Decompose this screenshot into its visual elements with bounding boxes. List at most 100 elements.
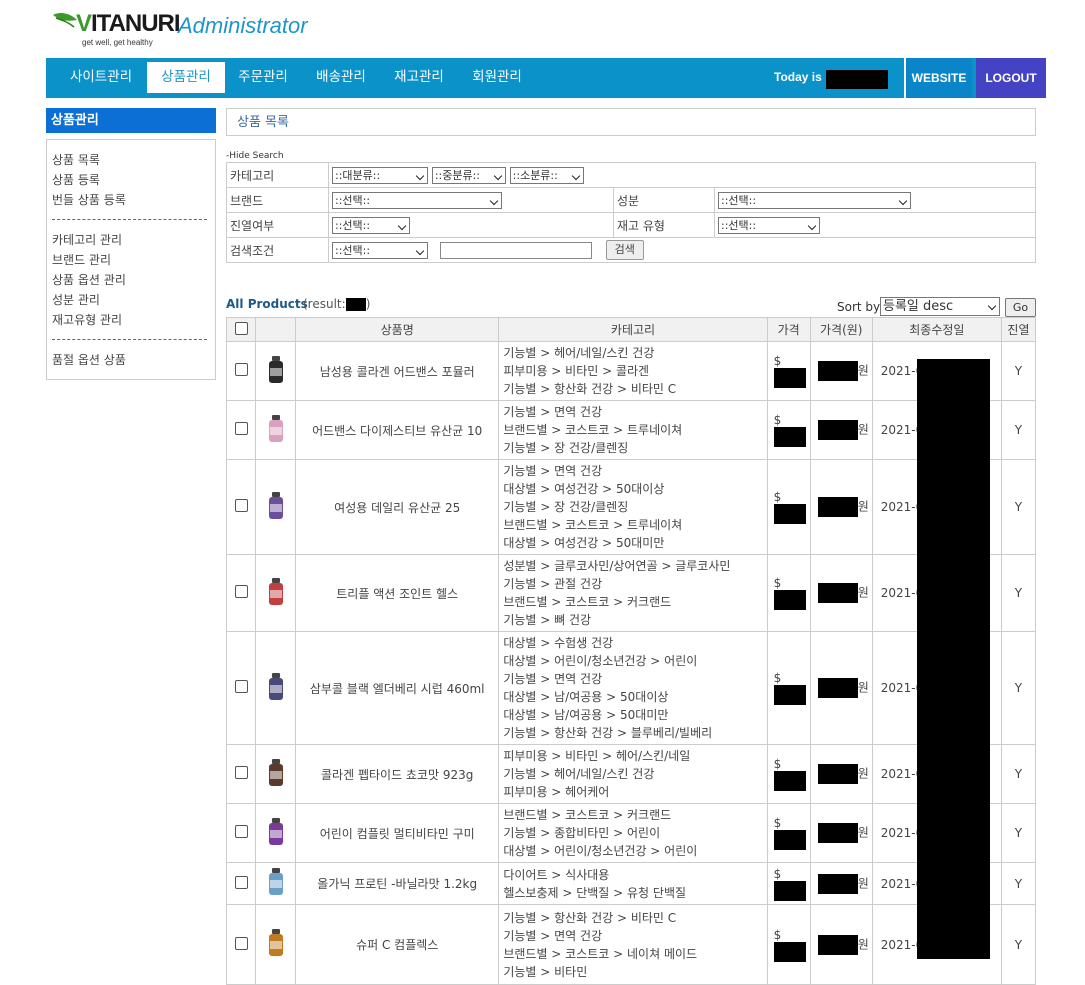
display-select[interactable]: ::선택:: [332, 216, 410, 234]
row-checkbox[interactable] [234, 766, 248, 779]
sidebar-item-product-option[interactable]: 상품 옵션 관리 [52, 271, 126, 288]
display-flag: Y [1000, 341, 1037, 401]
display-flag: Y [1000, 459, 1037, 555]
search-input[interactable] [439, 241, 592, 259]
category-middle-select[interactable]: ::중분류:: [431, 166, 506, 184]
price-usd-redacted [773, 504, 806, 524]
product-name[interactable]: 남성용 콜라겐 어드밴스 포뮬러 [295, 341, 500, 401]
table-row[interactable]: 콜라겐 펩타이드 쵸코맛 923g 피부미용 > 비타민 > 헤어/스킨/네일 기능… [225, 744, 1037, 804]
sidebar-item-product-register[interactable]: 상품 등록 [52, 171, 100, 188]
product-name[interactable]: 콜라겐 펩타이드 쵸코맛 923g [295, 744, 500, 804]
sidebar-item-product-list[interactable]: 상품 목록 [52, 151, 100, 168]
label-category: 카테고리 [226, 162, 329, 188]
sidebar-item-bundle-register[interactable]: 번들 상품 등록 [52, 191, 126, 208]
table-row[interactable]: 올가닉 프로틴 -바닐라맛 1.2kg 다이어트 > 식사대용 헬스보충제 > 단백… [225, 862, 1037, 905]
product-thumbnail[interactable] [265, 491, 287, 521]
row-checkbox[interactable] [234, 875, 248, 889]
price-krw-redacted [817, 873, 858, 894]
product-thumbnail[interactable] [265, 758, 287, 788]
product-thumbnail[interactable] [265, 867, 287, 897]
table-row[interactable]: 어린이 컴플릿 멀티비타민 구미 브랜드별 > 코스트코 > 커크랜드 기능별 > … [225, 803, 1037, 863]
row-checkbox[interactable] [234, 825, 248, 838]
product-name[interactable]: 여성용 데일리 유산균 25 [295, 459, 500, 555]
product-name[interactable]: 삼부콜 블랙 엘더베리 시럽 460ml [295, 631, 500, 745]
header-display: 진열 [1000, 317, 1037, 342]
hide-search-toggle[interactable]: -Hide Search [226, 151, 284, 161]
product-name[interactable]: 어린이 컴플릿 멀티비타민 구미 [295, 803, 500, 863]
table-row[interactable]: 트리플 액션 조인트 헬스 성분별 > 글루코사민/상어연골 > 글루코사민 기능별… [225, 554, 1037, 632]
price-krw-redacted [817, 678, 858, 698]
product-name[interactable]: 어드밴스 다이제스티브 유산균 10 [295, 400, 500, 460]
sidebar-heading: 상품관리 [46, 108, 216, 133]
table-row[interactable]: 남성용 콜라겐 어드밴스 포뮬러 기능별 > 헤어/네일/스킨 건강 피부미용 > … [225, 341, 1037, 401]
sidebar-divider [52, 219, 207, 220]
price-usd-redacted [773, 368, 806, 388]
logo-tagline: get well, get healthy [82, 38, 153, 47]
table-row[interactable]: 여성용 데일리 유산균 25 기능별 > 면역 건강 대상별 > 여성건강 > 50… [225, 459, 1037, 555]
search-button[interactable]: 검색 [605, 240, 644, 260]
price-krw-redacted [817, 583, 858, 603]
vitanuri-logo[interactable]: VITANURI get well, get healthy [52, 10, 181, 50]
nav-member-management[interactable]: 회원관리 [464, 62, 530, 93]
header-category: 카테고리 [498, 317, 768, 342]
bottle-icon [268, 414, 283, 442]
ingredient-select[interactable]: ::선택:: [718, 191, 911, 209]
logout-button[interactable]: LOGOUT [976, 58, 1046, 98]
row-checkbox[interactable] [234, 936, 248, 950]
sidebar-divider [52, 339, 207, 340]
product-thumbnail[interactable] [265, 928, 287, 958]
stock-type-select[interactable]: ::선택:: [718, 216, 820, 234]
sort-select[interactable]: 등록일 desc [880, 297, 1000, 316]
price-usd: $ [766, 904, 811, 985]
sidebar-item-brand[interactable]: 브랜드 관리 [52, 251, 111, 268]
leaf-icon [53, 12, 77, 28]
product-table: 상품명 카테고리 가격 가격(원) 최종수정일 진열 남성용 콜라겐 어드밴스 … [225, 317, 1037, 985]
category-path: 기능별 > 비타민 [503, 964, 588, 979]
price-krw: 원 [809, 904, 873, 985]
sidebar-item-ingredient[interactable]: 성분 관리 [52, 291, 100, 308]
nav-delivery-management[interactable]: 배송관리 [308, 62, 374, 93]
row-checkbox[interactable] [234, 363, 248, 376]
website-button[interactable]: WEBSITE [904, 58, 972, 98]
product-name[interactable]: 슈퍼 C 컴플렉스 [295, 904, 500, 985]
category-path: 기능별 > 면역 건강 [503, 405, 603, 419]
category-minor-select[interactable]: ::소분류:: [509, 166, 584, 184]
sidebar-item-stock-type[interactable]: 재고유형 관리 [52, 311, 122, 328]
category-path: 브랜드별 > 코스트코 > 트루네이쳐 [503, 518, 683, 532]
brand-select[interactable]: ::선택:: [332, 191, 502, 209]
sidebar-item-soldout-option[interactable]: 품절 옵션 상품 [52, 351, 126, 368]
price-usd: $ [766, 341, 811, 401]
table-row[interactable]: 어드밴스 다이제스티브 유산균 10 기능별 > 면역 건강 브랜드별 > 코스트코… [225, 400, 1037, 460]
product-thumbnail[interactable] [265, 414, 287, 444]
product-name[interactable]: 올가닉 프로틴 -바닐라맛 1.2kg [295, 862, 500, 905]
product-categories: 기능별 > 면역 건강 대상별 > 여성건강 > 50대이상 기능별 > 장 건강/… [498, 459, 768, 555]
product-thumbnail[interactable] [265, 355, 287, 385]
product-name[interactable]: 트리플 액션 조인트 헬스 [295, 554, 500, 632]
go-button[interactable]: Go [1005, 298, 1036, 317]
row-checkbox[interactable] [234, 680, 248, 693]
row-checkbox[interactable] [234, 422, 248, 435]
nav-order-management[interactable]: 주문관리 [230, 62, 296, 93]
price-usd-redacted [773, 880, 806, 901]
product-thumbnail[interactable] [265, 577, 287, 607]
category-path: 성분별 > 글루코사민/상어연골 > 글루코사민 [503, 559, 731, 573]
row-checkbox[interactable] [234, 585, 248, 598]
nav-product-management[interactable]: 상품관리 [147, 62, 225, 93]
table-row[interactable]: 삼부콜 블랙 엘더베리 시럽 460ml 대상별 > 수험생 건강 대상별 > 어린… [225, 631, 1037, 745]
category-path: 피부미용 > 비타민 > 헤어/스킨/네일 [503, 749, 691, 763]
result-count: (result:) [303, 297, 371, 311]
table-row[interactable]: 슈퍼 C 컴플렉스 기능별 > 항산화 건강 > 비타민 C 기능별 > 면역 건강… [225, 904, 1037, 985]
price-usd-redacted [773, 427, 806, 447]
select-all-checkbox[interactable] [234, 321, 248, 335]
category-path: 브랜드별 > 코스트코 > 네이쳐 메이드 [503, 946, 698, 961]
price-krw: 원 [809, 341, 873, 401]
nav-site-management[interactable]: 사이트관리 [60, 62, 142, 93]
nav-stock-management[interactable]: 재고관리 [386, 62, 452, 93]
price-usd-redacted [773, 771, 806, 791]
sidebar-item-category[interactable]: 카테고리 관리 [52, 231, 122, 248]
condition-select[interactable]: ::선택:: [332, 241, 428, 259]
row-checkbox[interactable] [234, 499, 248, 512]
category-major-select[interactable]: ::대분류:: [332, 166, 428, 184]
product-thumbnail[interactable] [265, 672, 287, 702]
product-thumbnail[interactable] [265, 817, 287, 847]
